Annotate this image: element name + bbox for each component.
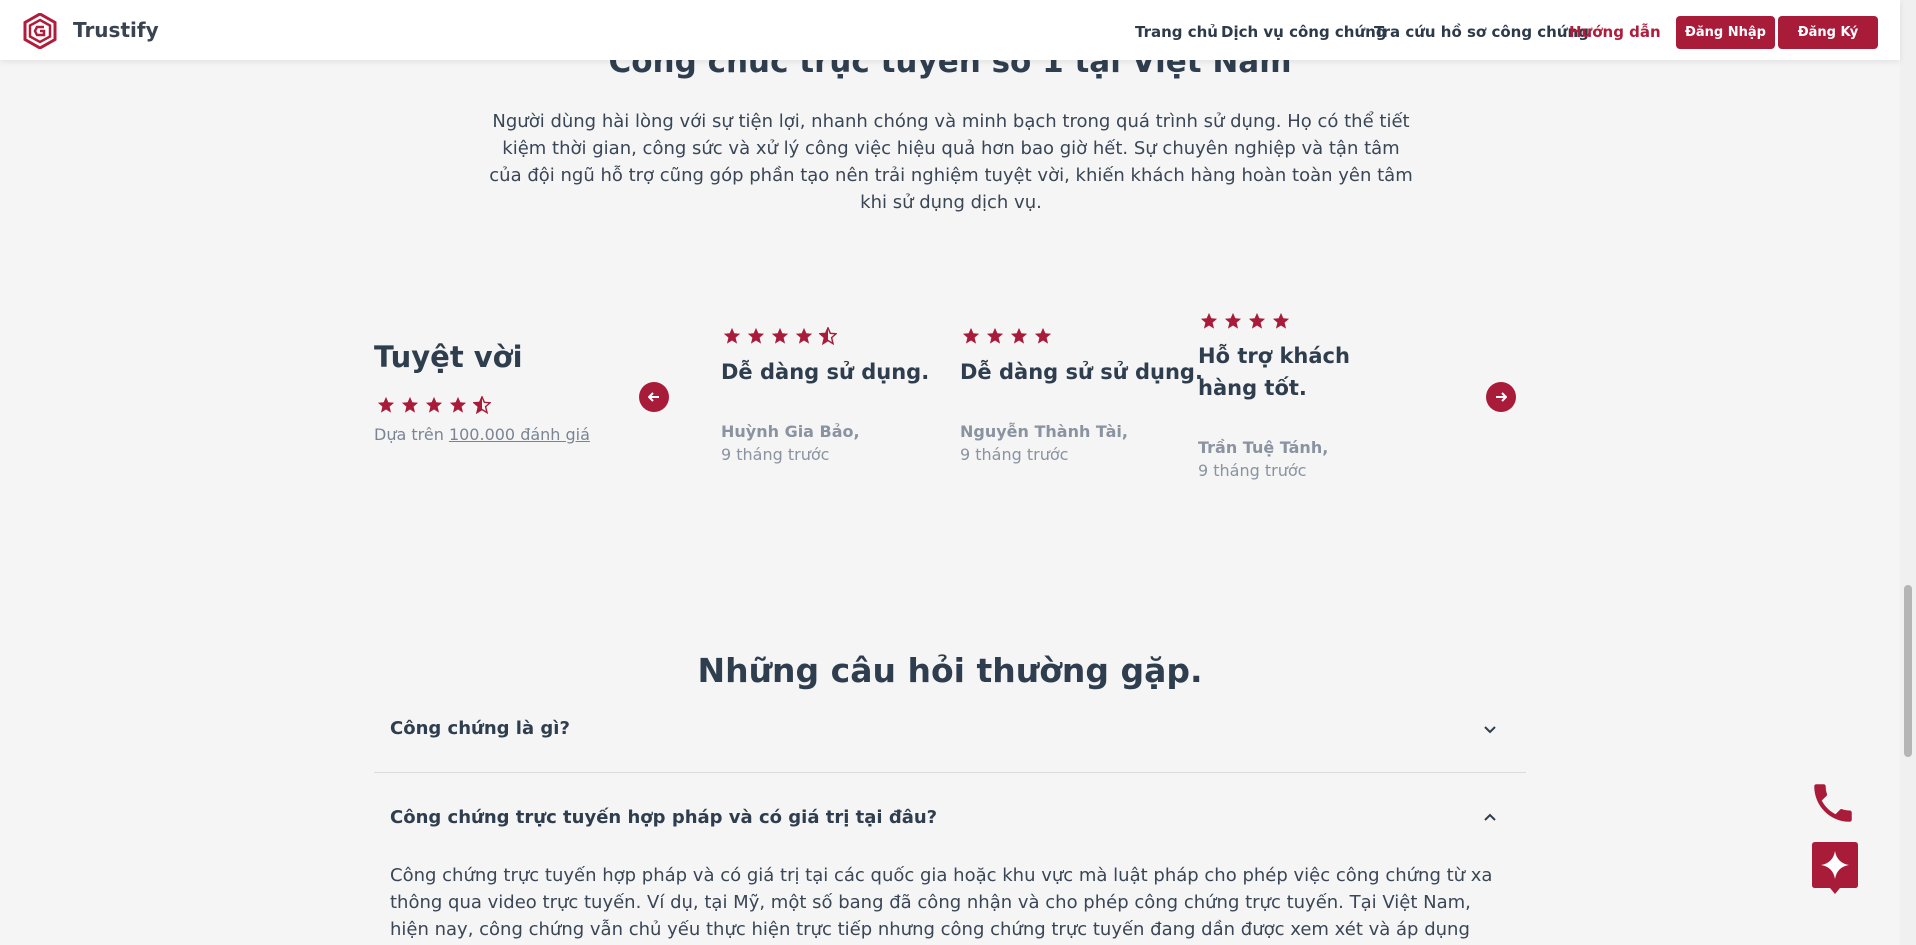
- star-icon: [1272, 312, 1290, 329]
- rating-title: Tuyệt vời: [374, 340, 523, 374]
- star-icon: [1248, 312, 1266, 329]
- nav-guide[interactable]: Hướng dẫn: [1569, 23, 1661, 41]
- faq-divider: [374, 772, 1526, 773]
- review-time: 9 tháng trước: [960, 445, 1069, 464]
- star-half-icon: [473, 396, 491, 414]
- star-icon: [1034, 327, 1052, 344]
- rating-stars: [377, 396, 491, 414]
- chevron-up-icon[interactable]: [1482, 809, 1498, 825]
- star-icon: [377, 396, 395, 413]
- review-title: Dễ dàng sử sử dụng.: [960, 360, 1203, 384]
- rating-basis: Dựa trên 100.000 đánh giá: [374, 425, 590, 444]
- arrow-left-icon: [648, 392, 659, 402]
- review-stars: [962, 327, 1052, 345]
- review-author-block: Nguyễn Thành Tài, 9 tháng trước: [960, 420, 1128, 466]
- faq-question-2[interactable]: Công chứng trực tuyến hợp pháp và có giá…: [390, 807, 937, 828]
- star-half-icon: [819, 327, 837, 345]
- scrollbar-thumb[interactable]: [1904, 585, 1912, 757]
- star-icon: [771, 327, 789, 344]
- trustify-logo-icon[interactable]: [22, 13, 58, 49]
- top-navbar: Trustify Trang chủ Dịch vụ công chứng Tr…: [0, 0, 1900, 60]
- star-icon: [1200, 312, 1218, 329]
- star-icon: [1224, 312, 1242, 329]
- review-time: 9 tháng trước: [721, 445, 830, 464]
- phone-icon[interactable]: [1808, 778, 1858, 828]
- chevron-down-icon[interactable]: [1482, 721, 1498, 737]
- faq-question-1[interactable]: Công chứng là gì?: [390, 718, 570, 739]
- star-icon: [747, 327, 765, 344]
- star-icon: [962, 327, 980, 344]
- arrow-right-icon: [1496, 392, 1507, 402]
- review-author-block: Trần Tuệ Tánh, 9 tháng trước: [1198, 436, 1328, 482]
- carousel-next-button[interactable]: [1486, 382, 1516, 412]
- star-icon: [401, 396, 419, 413]
- review-title: Dễ dàng sử dụng.: [721, 360, 930, 384]
- brand-name[interactable]: Trustify: [73, 18, 159, 42]
- star-icon: [1010, 327, 1028, 344]
- carousel-prev-button[interactable]: [639, 382, 669, 412]
- review-stars: [1200, 312, 1290, 330]
- review-author: Nguyễn Thành Tài,: [960, 422, 1128, 441]
- ai-assistant-icon[interactable]: [1812, 842, 1858, 894]
- review-author: Trần Tuệ Tánh,: [1198, 438, 1329, 457]
- star-icon: [795, 327, 813, 344]
- star-icon: [723, 327, 741, 344]
- star-icon: [986, 327, 1004, 344]
- star-icon: [425, 396, 443, 413]
- review-stars: [723, 327, 837, 345]
- review-time: 9 tháng trước: [1198, 461, 1307, 480]
- register-button[interactable]: Đăng Ký: [1778, 16, 1878, 49]
- review-title: Hỗ trợ khách hàng tốt.: [1198, 344, 1350, 400]
- rating-count-link[interactable]: 100.000 đánh giá: [449, 425, 590, 444]
- review-author: Huỳnh Gia Bảo,: [721, 422, 860, 441]
- login-button[interactable]: Đăng Nhập: [1676, 16, 1775, 49]
- review-author-block: Huỳnh Gia Bảo, 9 tháng trước: [721, 420, 860, 466]
- star-icon: [449, 396, 467, 413]
- faq-answer-2: Công chứng trực tuyến hợp pháp và có giá…: [390, 865, 1493, 940]
- nav-notary-service[interactable]: Dịch vụ công chứng: [1221, 23, 1387, 41]
- rating-basis-label: Dựa trên: [374, 425, 444, 444]
- nav-lookup[interactable]: Tra cứu hồ sơ công chứng: [1374, 23, 1589, 41]
- section-description: Người dùng hài lòng với sự tiện lợi, nha…: [489, 111, 1413, 213]
- faq-title: Những câu hỏi thường gặp.: [697, 651, 1203, 690]
- page-scrollbar[interactable]: [1900, 0, 1916, 945]
- nav-home[interactable]: Trang chủ: [1135, 23, 1218, 41]
